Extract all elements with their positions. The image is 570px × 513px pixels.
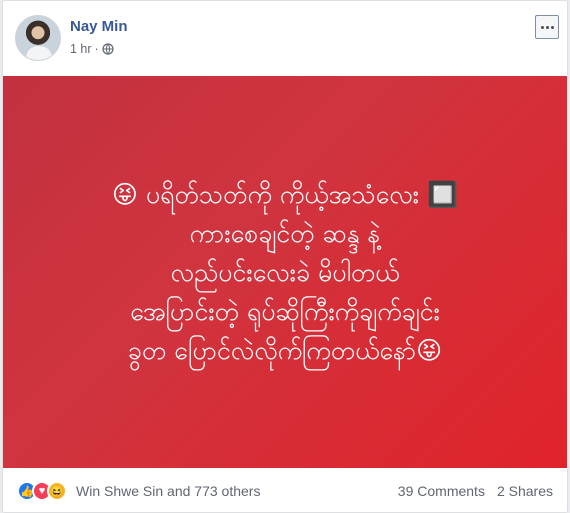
post-footer: 👍 ♥ 😆 Win Shwe Sin and 773 others 39 Com… (3, 469, 567, 513)
shares-count[interactable]: 2 Shares (497, 483, 553, 499)
post-meta: 1 hr · (70, 42, 114, 56)
engagement-counts: 39 Comments 2 Shares (398, 483, 553, 499)
author-avatar[interactable] (15, 15, 61, 61)
author-name[interactable]: Nay Min (70, 18, 128, 35)
reactors-text[interactable]: Win Shwe Sin and 773 others (76, 483, 260, 499)
post-time[interactable]: 1 hr (70, 42, 92, 56)
post-card: Nay Min 1 hr · 😝 ပရိတ်သတ်ကို ကိုယ့်အသံလေ… (2, 0, 568, 513)
globe-icon[interactable] (102, 43, 114, 55)
post-background: 😝 ပရိတ်သတ်ကို ကိုယ့်အသံလေး 🔲 ကားစေချင်တဲ… (3, 76, 567, 468)
comments-count[interactable]: 39 Comments (398, 483, 485, 499)
post-text: 😝 ပရိတ်သတ်ကို ကိုယ့်အသံလေး 🔲 ကားစေချင်တဲ… (111, 179, 459, 365)
post-header: Nay Min 1 hr · (3, 1, 567, 75)
meta-separator: · (94, 42, 99, 56)
laughing-face-icon[interactable]: 😆 (47, 481, 67, 501)
reaction-icons[interactable]: 👍 ♥ 😆 (17, 481, 67, 501)
more-options-icon[interactable] (535, 15, 559, 39)
